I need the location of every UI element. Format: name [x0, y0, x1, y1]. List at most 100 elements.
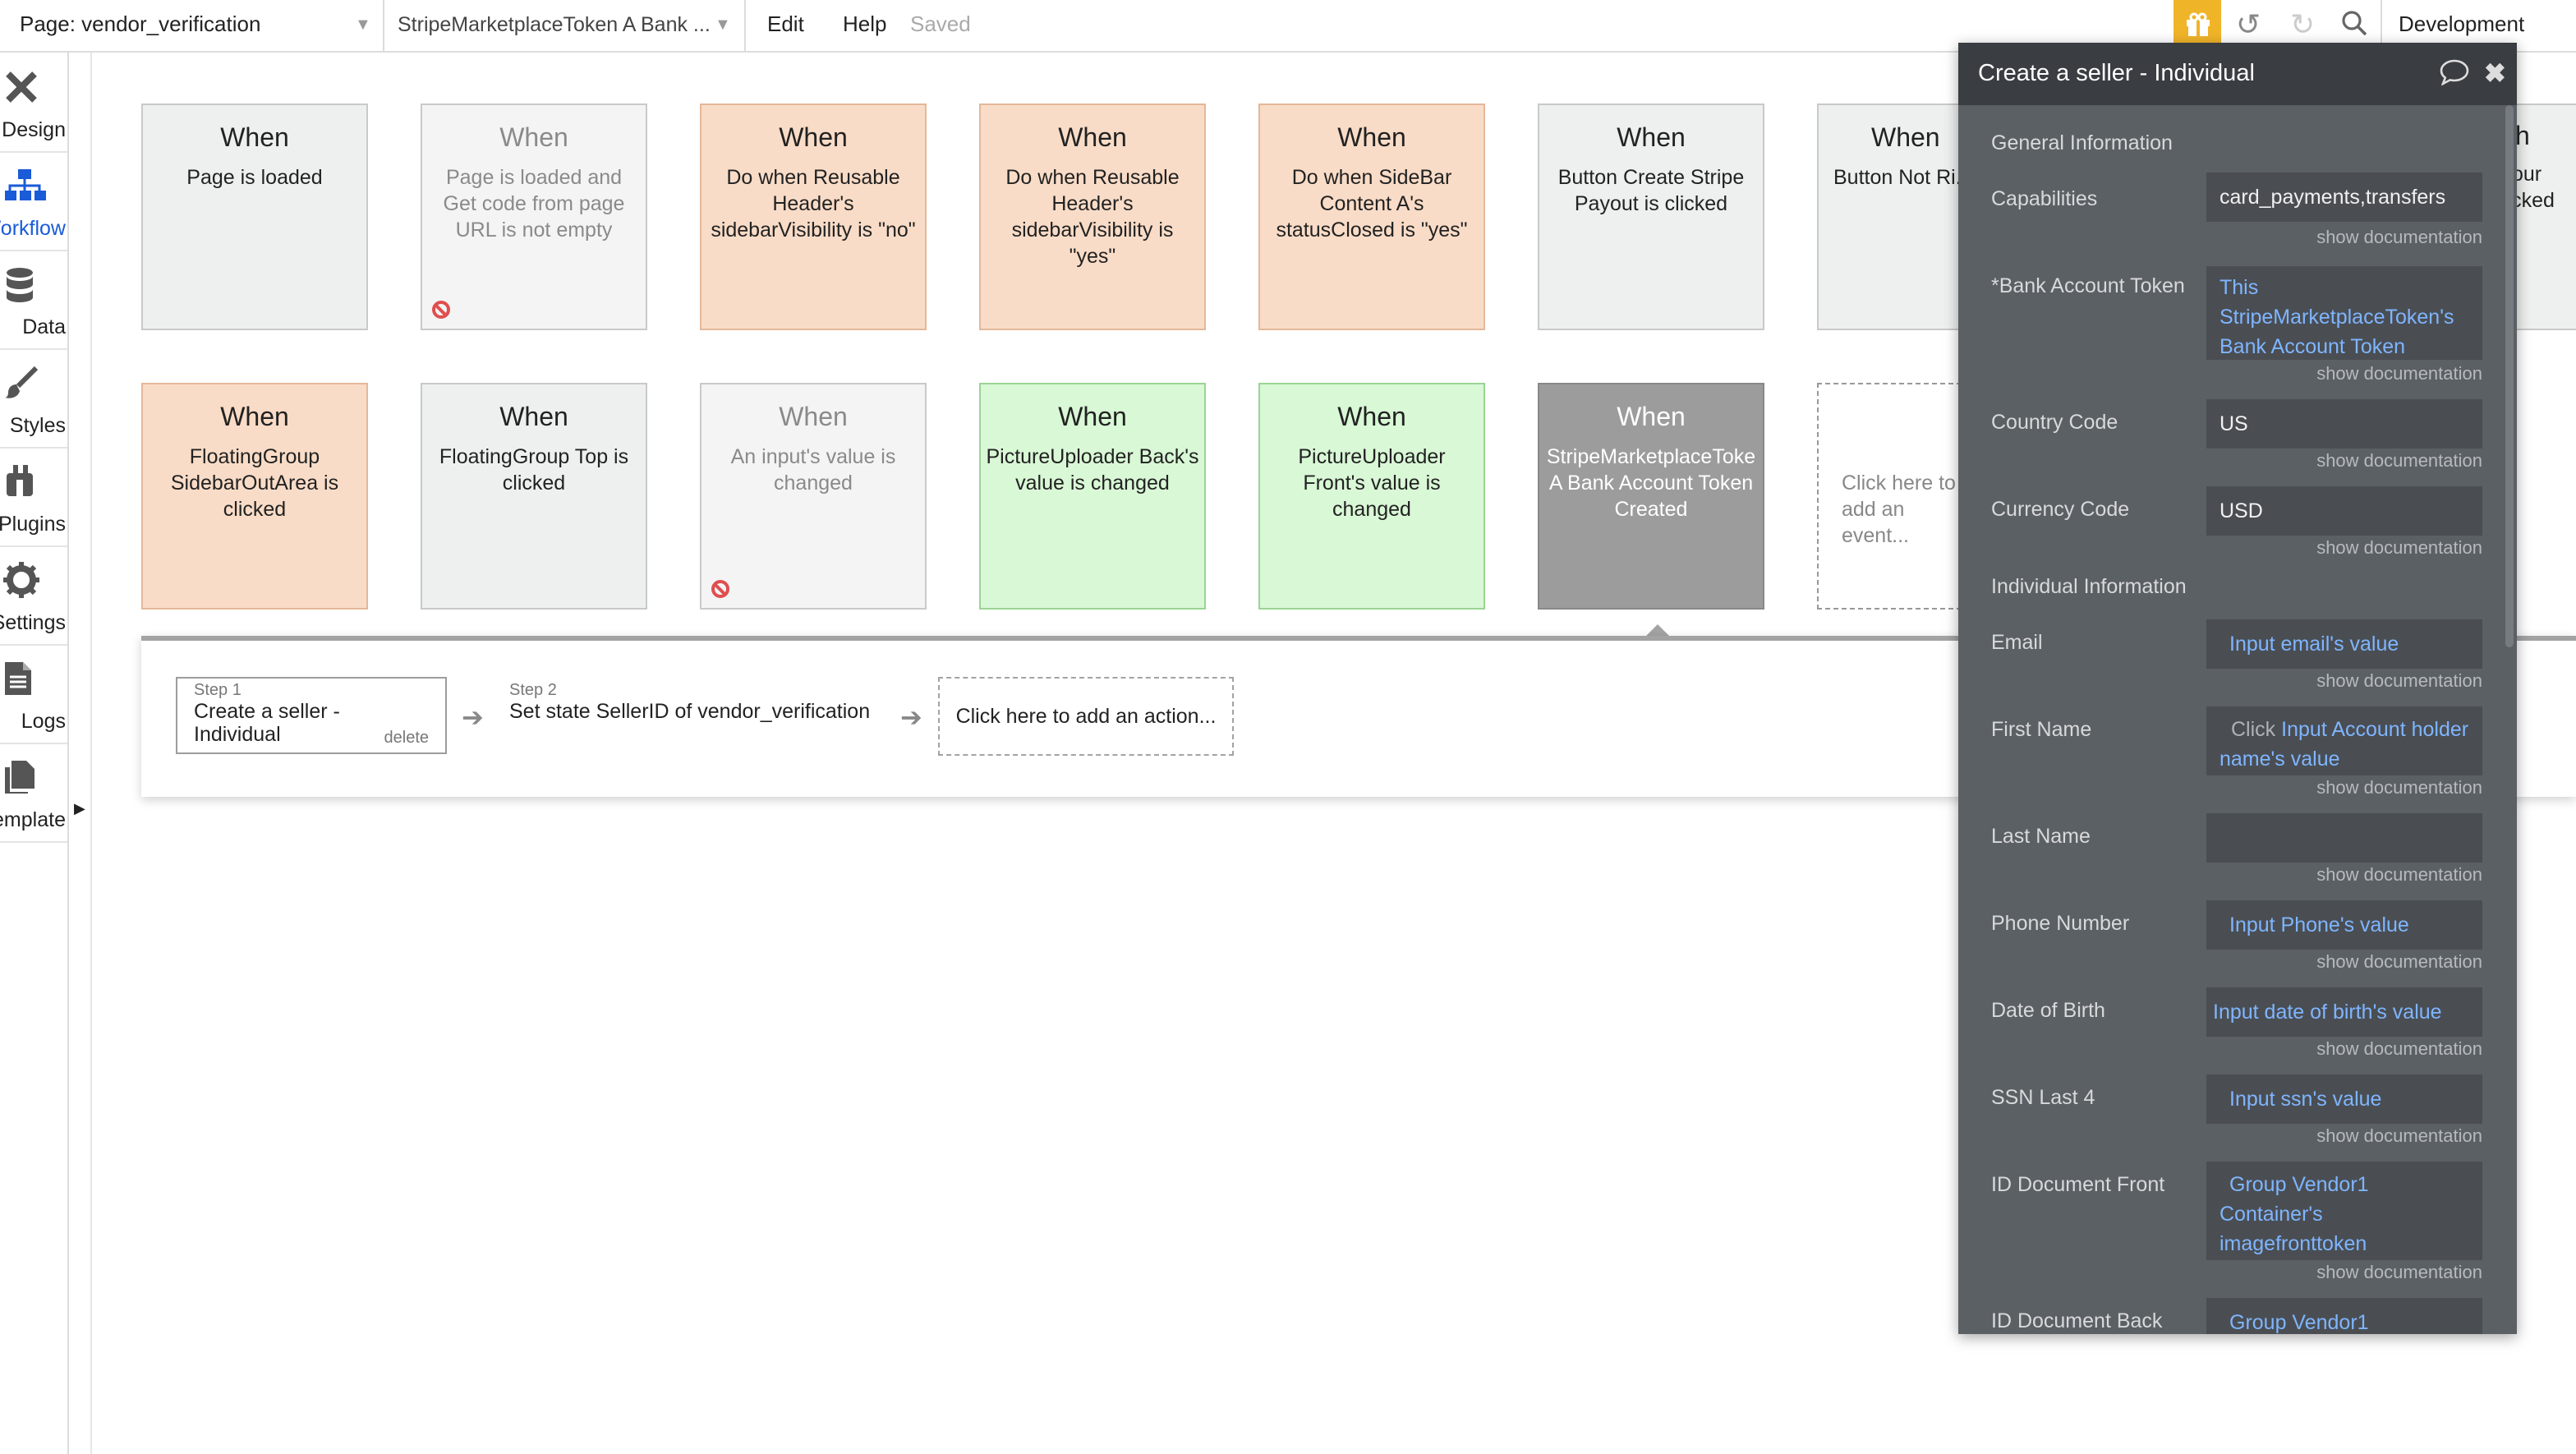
gift-icon[interactable]: [2174, 0, 2221, 49]
id-back-field[interactable]: Group Vendor1: [2206, 1298, 2482, 1334]
sidebar-item-styles[interactable]: Styles: [0, 348, 67, 449]
show-documentation-link[interactable]: show documentation: [2316, 672, 2482, 692]
event-card-disabled[interactable]: When Page is loaded and Get code from pa…: [421, 104, 647, 330]
sidebar-item-data[interactable]: Data: [0, 250, 67, 350]
event-text: Page is loaded: [186, 166, 323, 189]
action-step-2[interactable]: Step 2 Set state SellerID of vendor_veri…: [509, 682, 870, 723]
chevron-down-icon[interactable]: ▼: [715, 16, 731, 35]
divider: [744, 0, 746, 51]
event-when: When: [1337, 125, 1406, 153]
step-number: Step 1: [194, 682, 242, 700]
event-when: When: [1058, 125, 1127, 153]
redo-icon[interactable]: ↻: [2290, 8, 2315, 43]
sidebar-item-label: Logs: [21, 710, 66, 733]
email-field[interactable]: Input email's value: [2206, 619, 2482, 669]
sidebar-item-label: Workflow: [0, 217, 66, 240]
event-text: PictureUploader Front's value is changed: [1298, 445, 1446, 521]
sidebar-item-plugins[interactable]: Plugins: [0, 447, 67, 547]
sidebar-item-logs[interactable]: Logs: [0, 644, 67, 744]
sidebar-item-label: Data: [22, 315, 66, 338]
id-front-field[interactable]: Group Vendor1 Container's imagefronttoke…: [2206, 1162, 2482, 1260]
show-documentation-link[interactable]: show documentation: [2316, 1040, 2482, 1060]
sidebar-item-label: Styles: [9, 414, 66, 437]
event-card[interactable]: When Page is loaded: [141, 104, 368, 330]
field-label: Phone Number: [1991, 912, 2130, 935]
disabled-icon: [432, 301, 450, 319]
step-label: Set state SellerID of vendor_verificatio…: [509, 700, 871, 723]
action-step-1[interactable]: Step 1 Create a seller - Individual dele…: [176, 677, 447, 754]
field-label: First Name: [1991, 718, 2092, 741]
help-menu[interactable]: Help: [843, 12, 887, 36]
field-label: ID Document Back: [1991, 1309, 2163, 1332]
show-documentation-link[interactable]: show documentation: [2316, 953, 2482, 973]
event-card[interactable]: h y your licked: [2514, 104, 2576, 330]
page-selector[interactable]: Page: vendor_verification: [20, 12, 260, 36]
show-documentation-link[interactable]: show documentation: [2316, 779, 2482, 798]
show-documentation-link[interactable]: show documentation: [2316, 866, 2482, 886]
show-documentation-link[interactable]: show documentation: [2316, 1127, 2482, 1147]
arrow-right-icon: ➔: [462, 705, 484, 733]
event-when: When: [1337, 404, 1406, 432]
event-card[interactable]: When Do when Reusable Header's sidebarVi…: [700, 104, 927, 330]
plug-icon: [3, 463, 39, 499]
document-icon: [3, 660, 39, 697]
element-selector[interactable]: StripeMarketplaceToken A Bank ...: [398, 13, 711, 36]
event-card[interactable]: When FloatingGroup SidebarOutArea is cli…: [141, 383, 368, 610]
country-code-field[interactable]: US: [2206, 399, 2482, 449]
sidebar-item-settings[interactable]: Settings: [0, 545, 67, 646]
selection-pointer: [1646, 624, 1669, 636]
sidebar-item-label: Plugins: [0, 513, 66, 536]
chevron-down-icon[interactable]: ▼: [355, 16, 371, 35]
event-when: h: [2515, 123, 2530, 151]
undo-icon[interactable]: ↺: [2236, 8, 2261, 43]
environment-selector[interactable]: Development: [2399, 12, 2524, 36]
gear-icon: [3, 562, 39, 598]
field-label: Email: [1991, 631, 2043, 654]
field-label: Date of Birth: [1991, 999, 2105, 1022]
add-action-button[interactable]: Click here to add an action...: [938, 677, 1234, 756]
currency-code-field[interactable]: USD: [2206, 486, 2482, 536]
date-of-birth-field[interactable]: Input date of birth's value: [2206, 987, 2482, 1037]
event-text: FloatingGroup Top is clicked: [439, 445, 629, 495]
event-card[interactable]: When Button Create Stripe Payout is clic…: [1538, 104, 1764, 330]
sidebar-item-template[interactable]: Template: [0, 743, 67, 843]
comment-icon[interactable]: [2440, 59, 2469, 90]
show-documentation-link[interactable]: show documentation: [2316, 452, 2482, 472]
disabled-icon: [711, 580, 729, 598]
event-card[interactable]: When Do when SideBar Content A's statusC…: [1258, 104, 1485, 330]
database-icon: [3, 266, 39, 302]
event-card[interactable]: When Do when Reusable Header's sidebarVi…: [979, 104, 1206, 330]
last-name-field[interactable]: [2206, 813, 2482, 863]
capabilities-field[interactable]: card_payments,transfers: [2206, 173, 2482, 222]
field-label: Capabilities: [1991, 187, 2098, 210]
sidebar-item-workflow[interactable]: Workflow: [0, 151, 67, 251]
ssn-field[interactable]: Input ssn's value: [2206, 1074, 2482, 1124]
first-name-field[interactable]: Click Input Account holder name's value: [2206, 706, 2482, 775]
event-card[interactable]: When PictureUploader Back's value is cha…: [979, 383, 1206, 610]
edit-menu[interactable]: Edit: [767, 12, 804, 36]
show-documentation-link[interactable]: show documentation: [2316, 365, 2482, 384]
show-documentation-link[interactable]: show documentation: [2316, 1263, 2482, 1283]
event-card-disabled[interactable]: When An input's value is changed: [700, 383, 927, 610]
event-when: When: [1617, 125, 1686, 153]
event-text: Do when SideBar Content A's statusClosed…: [1276, 166, 1468, 242]
show-documentation-link[interactable]: show documentation: [2316, 228, 2482, 248]
caret-right-icon[interactable]: ▶: [74, 800, 85, 818]
field-label: Last Name: [1991, 825, 2091, 848]
event-card-selected[interactable]: When StripeMarketplaceToke A Bank Accoun…: [1538, 383, 1764, 610]
event-text: PictureUploader Back's value is changed: [986, 445, 1199, 495]
event-card[interactable]: When PictureUploader Front's value is ch…: [1258, 383, 1485, 610]
event-card[interactable]: When FloatingGroup Top is clicked: [421, 383, 647, 610]
field-label: ID Document Front: [1991, 1173, 2165, 1196]
search-icon[interactable]: [2341, 10, 2367, 44]
delete-link[interactable]: delete: [384, 729, 430, 748]
show-documentation-link[interactable]: show documentation: [2316, 539, 2482, 559]
close-icon[interactable]: ✖: [2484, 58, 2506, 90]
sidebar-item-design[interactable]: Design: [0, 53, 67, 153]
sidebar-item-label: Template: [0, 808, 66, 831]
event-text: Page is loaded and Get code from page UR…: [443, 166, 625, 242]
bank-token-field[interactable]: This StripeMarketplaceToken's Bank Accou…: [2206, 266, 2482, 360]
scrollbar[interactable]: [2505, 105, 2514, 647]
left-sidebar: Design Workflow Data Styles Plugins: [0, 53, 69, 1454]
phone-field[interactable]: Input Phone's value: [2206, 900, 2482, 950]
